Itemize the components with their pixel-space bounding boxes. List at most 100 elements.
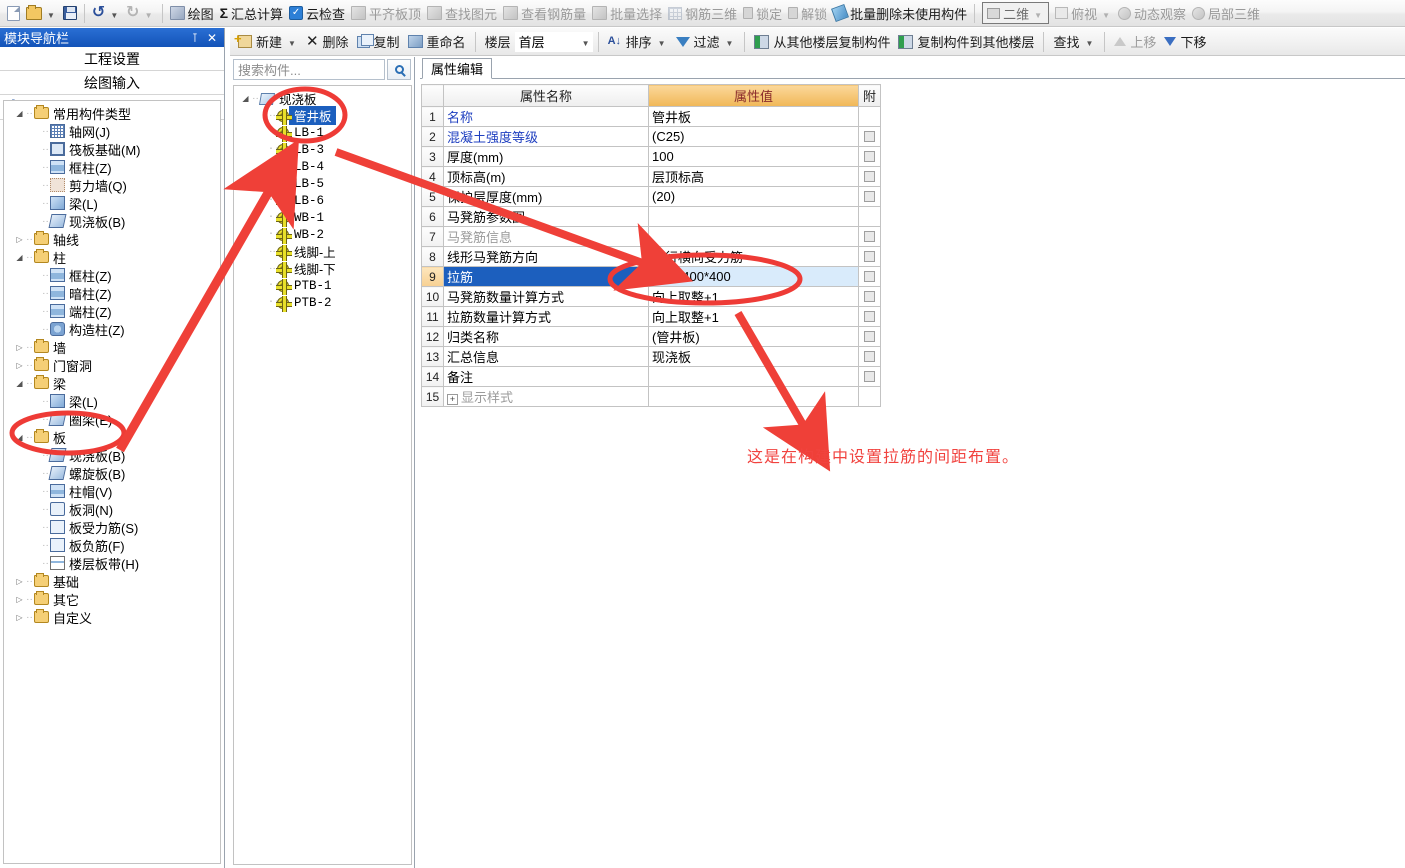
- table-row[interactable]: 10 马凳筋数量计算方式 向上取整+1: [421, 286, 881, 307]
- summary-calc-button[interactable]: Σ 汇总计算: [217, 2, 286, 25]
- attach-cell[interactable]: [858, 346, 881, 367]
- cloud-check-button[interactable]: ✓ 云检查: [286, 2, 348, 25]
- search-button[interactable]: [387, 59, 411, 80]
- module-tree-item[interactable]: ◢ ·· 常用构件类型: [4, 104, 220, 122]
- attach-checkbox[interactable]: [864, 351, 875, 362]
- table-row[interactable]: 7 马凳筋信息: [421, 226, 881, 247]
- chevron-down-icon[interactable]: ◢: [14, 109, 25, 118]
- component-list-item[interactable]: ·· LB-6: [234, 192, 411, 210]
- project-settings-button[interactable]: 工程设置: [0, 47, 224, 71]
- lock-button[interactable]: 锁定: [740, 2, 785, 25]
- property-value-cell[interactable]: [648, 226, 859, 247]
- chevron-right-icon[interactable]: ▷: [14, 361, 25, 370]
- property-name-cell[interactable]: 马凳筋数量计算方式: [443, 286, 649, 307]
- component-tree[interactable]: ◢ ·· 现浇板 ·· 管井板 ·· LB-1 ·· LB-3 ·· LB-4 ·· LB-5 ·· LB-…: [233, 85, 412, 865]
- attach-cell[interactable]: [858, 366, 881, 387]
- module-tree-item[interactable]: ·· 柱帽(V): [4, 482, 220, 500]
- table-row[interactable]: 6 马凳筋参数图: [421, 206, 881, 227]
- module-tree-item[interactable]: ·· 梁(L): [4, 392, 220, 410]
- module-tree-item[interactable]: ◢ ·· 梁: [4, 374, 220, 392]
- attach-checkbox[interactable]: [864, 131, 875, 142]
- component-list-item[interactable]: ·· PTB-1: [234, 277, 411, 295]
- copy-to-other-floor-button[interactable]: 复制构件到其他楼层: [894, 30, 1038, 54]
- table-row[interactable]: 8 线形马凳筋方向 平行横向受力筋: [421, 246, 881, 267]
- property-name-cell[interactable]: + 显示样式: [443, 386, 649, 407]
- chevron-down-icon[interactable]: ▼: [1032, 11, 1044, 20]
- filter-button[interactable]: 过滤 ▼: [672, 30, 740, 54]
- module-tree-item[interactable]: ·· 框柱(Z): [4, 266, 220, 284]
- chevron-down-icon[interactable]: ▼: [143, 11, 155, 20]
- attach-cell[interactable]: [858, 326, 881, 347]
- attach-checkbox[interactable]: [864, 311, 875, 322]
- local-3d-button[interactable]: 局部三维: [1189, 2, 1263, 25]
- property-value-cell[interactable]: 100: [648, 146, 859, 167]
- attach-cell[interactable]: [858, 306, 881, 327]
- search-input[interactable]: 搜索构件...: [233, 59, 385, 80]
- component-list-item[interactable]: ·· LB-3: [234, 141, 411, 159]
- expand-icon[interactable]: +: [447, 394, 458, 405]
- module-tree-item[interactable]: ◢ ·· 柱: [4, 248, 220, 266]
- attach-checkbox[interactable]: [864, 371, 875, 382]
- chevron-down-icon[interactable]: ▼: [108, 11, 120, 20]
- property-name-cell[interactable]: 顶标高(m): [443, 166, 649, 187]
- dynamic-observe-button[interactable]: 动态观察: [1115, 2, 1189, 25]
- copy-from-other-floor-button[interactable]: 从其他楼层复制构件: [750, 30, 894, 54]
- rename-component-button[interactable]: 重命名: [404, 30, 470, 54]
- module-tree-item[interactable]: ·· 板负筋(F): [4, 536, 220, 554]
- module-tree-item[interactable]: ▷ ·· 自定义: [4, 608, 220, 626]
- module-tree-item[interactable]: ·· 筏板基础(M): [4, 140, 220, 158]
- table-row[interactable]: 2 混凝土强度等级 (C25): [421, 126, 881, 147]
- attach-checkbox[interactable]: [864, 331, 875, 342]
- attach-cell[interactable]: [858, 146, 881, 167]
- attach-cell[interactable]: [858, 126, 881, 147]
- new-file-button[interactable]: [4, 2, 23, 25]
- attach-cell[interactable]: [858, 226, 881, 247]
- attach-cell[interactable]: [858, 206, 881, 227]
- component-list-item[interactable]: ·· 线脚-上: [234, 243, 411, 261]
- chevron-right-icon[interactable]: ▷: [14, 595, 25, 604]
- property-value-cell[interactable]: [648, 386, 859, 407]
- attach-checkbox[interactable]: [864, 231, 875, 242]
- two-d-view-button[interactable]: 二维 ▼: [979, 2, 1052, 25]
- property-value-cell[interactable]: 层顶标高: [648, 166, 859, 187]
- batch-select-button[interactable]: 批量选择: [589, 2, 665, 25]
- module-tree-item[interactable]: ·· 构造柱(Z): [4, 320, 220, 338]
- attach-cell[interactable]: [858, 106, 881, 127]
- close-icon[interactable]: ✕: [207, 31, 217, 45]
- chevron-down-icon[interactable]: ▼: [45, 11, 57, 20]
- attach-checkbox[interactable]: [864, 151, 875, 162]
- attach-cell[interactable]: [858, 246, 881, 267]
- attach-cell[interactable]: [858, 266, 881, 287]
- module-tree-item[interactable]: ▷ ·· 门窗洞: [4, 356, 220, 374]
- module-tree-item[interactable]: ▷ ·· 轴线: [4, 230, 220, 248]
- move-down-button[interactable]: 下移: [1160, 30, 1210, 54]
- component-list-item[interactable]: ·· WB-1: [234, 209, 411, 227]
- attach-cell[interactable]: [858, 286, 881, 307]
- table-row[interactable]: 12 归类名称 (管井板): [421, 326, 881, 347]
- redo-button[interactable]: ↺ ▼: [123, 2, 157, 25]
- property-table[interactable]: 属性名称 属性值 附 1 名称 管井板 2 混凝土强度等级 (C25) 3 厚度(mm) 100…: [421, 84, 881, 407]
- module-tree-item[interactable]: ▷ ·· 基础: [4, 572, 220, 590]
- table-row[interactable]: 9 拉筋 Ф6@400*400: [421, 266, 881, 287]
- undo-button[interactable]: ↺ ▼: [89, 2, 123, 25]
- property-value-cell[interactable]: (20): [648, 186, 859, 207]
- find-element-button[interactable]: 查找图元: [424, 2, 500, 25]
- batch-delete-unused-button[interactable]: 批量删除未使用构件: [830, 2, 970, 25]
- module-tree-item[interactable]: ·· 暗柱(Z): [4, 284, 220, 302]
- chevron-down-icon[interactable]: ▼: [580, 39, 592, 48]
- drawing-input-button[interactable]: 绘图输入: [0, 71, 224, 95]
- module-tree-item[interactable]: ·· 轴网(J): [4, 122, 220, 140]
- property-name-cell[interactable]: 马凳筋信息: [443, 226, 649, 247]
- attach-cell[interactable]: [858, 186, 881, 207]
- chevron-down-icon[interactable]: ▼: [724, 39, 736, 48]
- component-list-item[interactable]: ·· LB-4: [234, 158, 411, 176]
- property-value-cell[interactable]: Ф6@400*400: [648, 266, 859, 287]
- top-view-button[interactable]: 俯视 ▼: [1052, 2, 1115, 25]
- property-name-cell[interactable]: 保护层厚度(mm): [443, 186, 649, 207]
- property-value-cell[interactable]: 平行横向受力筋: [648, 246, 859, 267]
- component-list-item[interactable]: ·· PTB-2: [234, 294, 411, 312]
- property-name-cell[interactable]: 备注: [443, 366, 649, 387]
- tab-property-editor[interactable]: 属性编辑: [422, 58, 493, 79]
- table-row[interactable]: 1 名称 管井板: [421, 106, 881, 127]
- property-value-cell[interactable]: [648, 366, 859, 387]
